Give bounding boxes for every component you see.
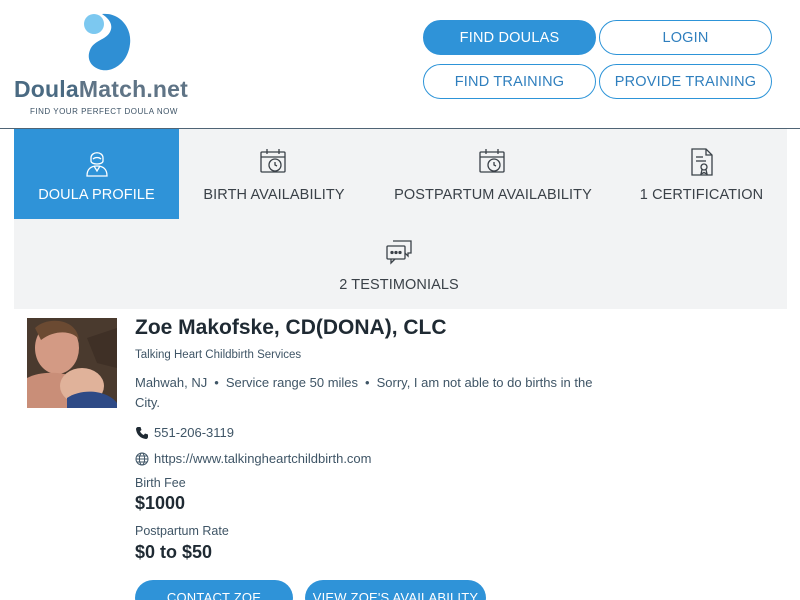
- certificate-icon: [687, 146, 717, 178]
- tab-birth-availability[interactable]: BIRTH AVAILABILITY: [194, 129, 354, 219]
- doula-photo: [27, 318, 117, 408]
- logo-word-part2: Match.net: [78, 76, 189, 102]
- tab-postpartum-availability[interactable]: POSTPARTUM AVAILABILITY: [384, 129, 602, 219]
- site-logo[interactable]: DoulaMatch.net FIND YOUR PERFECT DOULA N…: [14, 10, 204, 120]
- postpartum-rate-label: Postpartum Rate: [135, 524, 229, 538]
- tab-label: BIRTH AVAILABILITY: [203, 187, 345, 203]
- doula-meta: Mahwah, NJ • Service range 50 miles • Sorry,…: [135, 373, 615, 413]
- find-training-button[interactable]: FIND TRAINING: [423, 64, 596, 99]
- separator-dot: •: [365, 375, 370, 390]
- postpartum-rate-value: $0 to $50: [135, 542, 213, 562]
- doula-service-range: Service range 50 miles: [225, 375, 359, 390]
- site-header: DoulaMatch.net FIND YOUR PERFECT DOULA N…: [0, 0, 800, 129]
- phone-link[interactable]: 551-206-3119: [154, 425, 234, 440]
- calendar-clock-icon: [259, 146, 289, 178]
- contact-doula-button[interactable]: CONTACT ZOE: [135, 580, 293, 600]
- website-link[interactable]: https://www.talkingheartchildbirth.com: [154, 451, 371, 466]
- website-row: https://www.talkingheartchildbirth.com: [135, 451, 371, 466]
- tab-certification[interactable]: 1 CERTIFICATION: [629, 129, 774, 219]
- logo-drop-icon: [84, 13, 131, 71]
- calendar-clock-icon: [478, 146, 508, 178]
- logo-tagline: FIND YOUR PERFECT DOULA NOW: [30, 107, 178, 116]
- logo-word-part1: Doula: [14, 76, 79, 102]
- login-button[interactable]: LOGIN: [599, 20, 772, 55]
- profile-tabs: DOULA PROFILE BIRTH AVAILABILITY POSTPAR: [14, 129, 787, 309]
- doula-name: Zoe Makofske, CD(DONA), CLC: [135, 316, 447, 339]
- tab-testimonials[interactable]: 2 TESTIMONIALS: [324, 219, 474, 309]
- find-doulas-button[interactable]: FIND DOULAS: [423, 20, 596, 55]
- doula-person-icon: [82, 146, 112, 178]
- tab-label: POSTPARTUM AVAILABILITY: [394, 187, 592, 203]
- globe-icon: [135, 452, 149, 466]
- tab-doula-profile[interactable]: DOULA PROFILE: [14, 129, 179, 219]
- phone-icon: [135, 426, 149, 440]
- provide-training-button[interactable]: PROVIDE TRAINING: [599, 64, 772, 99]
- phone-row: 551-206-3119: [135, 425, 234, 440]
- tab-label: 2 TESTIMONIALS: [339, 277, 459, 293]
- tab-label: DOULA PROFILE: [38, 187, 155, 203]
- doula-location: Mahwah, NJ: [135, 375, 208, 390]
- birth-fee-value: $1000: [135, 493, 186, 513]
- view-availability-button[interactable]: VIEW ZOE'S AVAILABILITY: [305, 580, 486, 600]
- birth-fee-label: Birth Fee: [135, 476, 186, 490]
- logo-wordmark: DoulaMatch.net: [14, 76, 188, 103]
- tab-label: 1 CERTIFICATION: [639, 187, 764, 203]
- separator-dot: •: [214, 375, 219, 390]
- doula-organization: Talking Heart Childbirth Services: [135, 349, 302, 361]
- chat-bubbles-icon: [384, 236, 414, 268]
